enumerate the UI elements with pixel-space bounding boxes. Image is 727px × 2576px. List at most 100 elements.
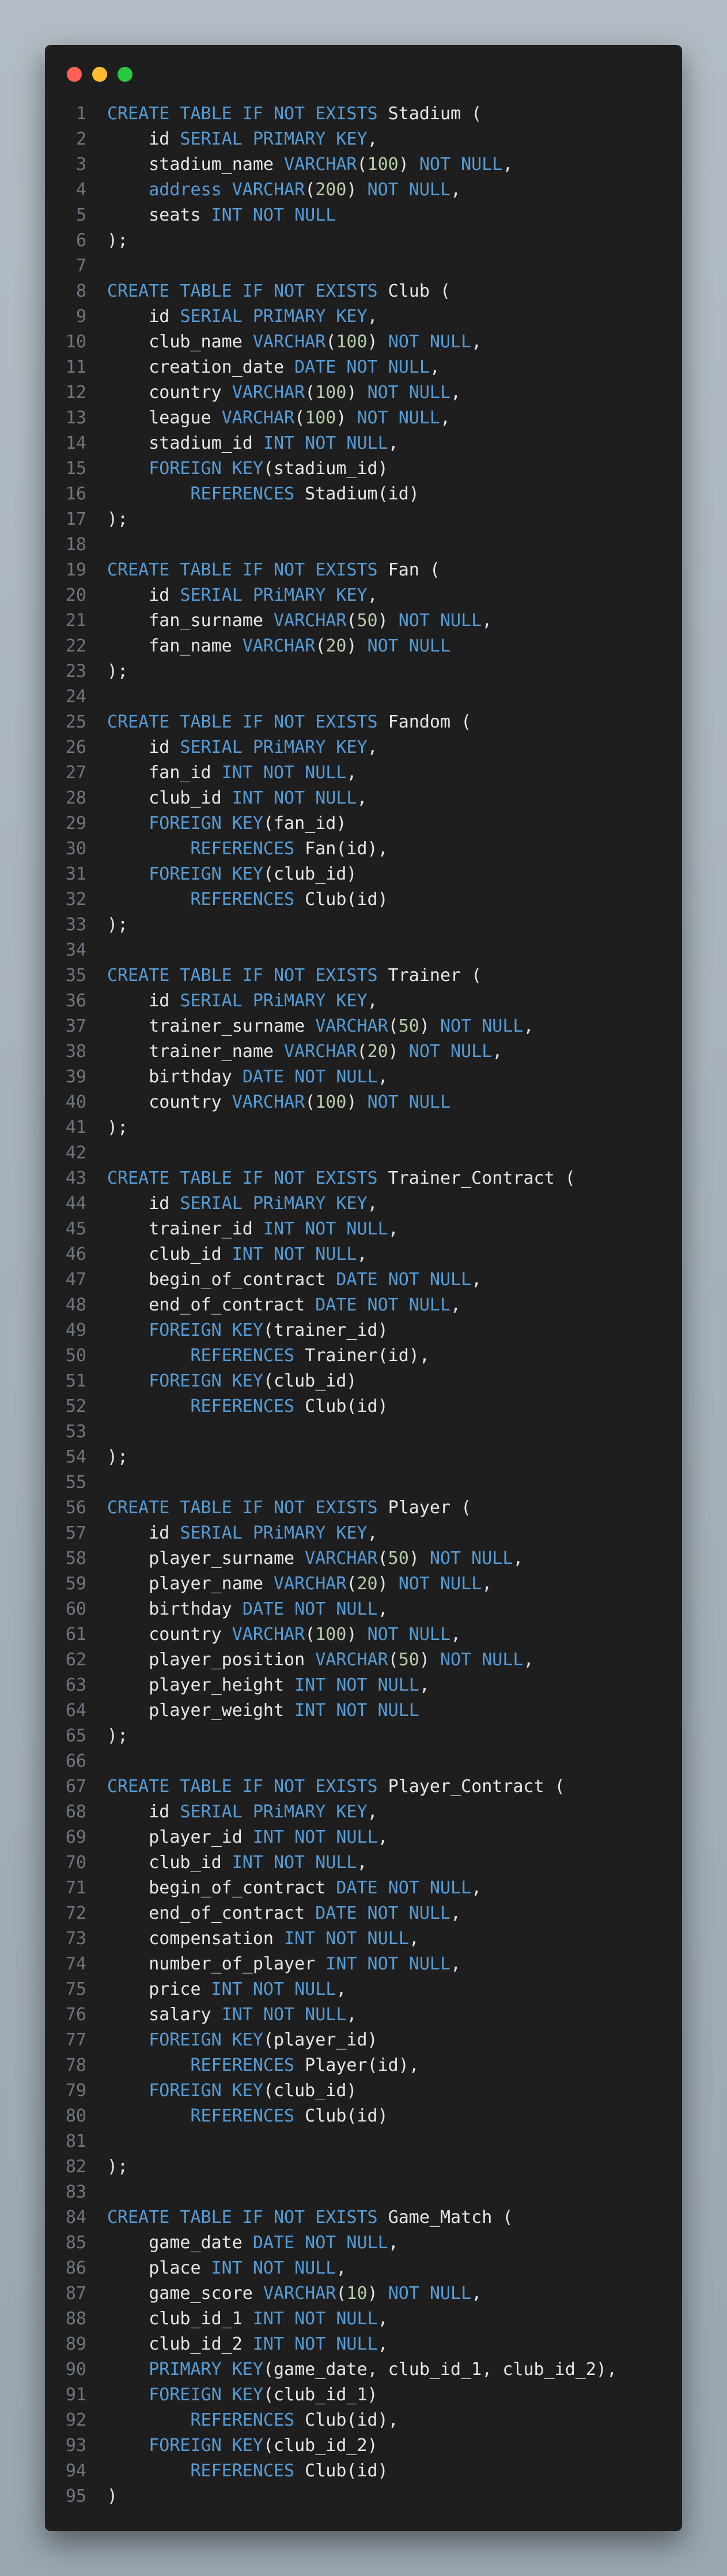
keyword-token: INT NOT NULL [252, 2334, 378, 2354]
line-number: 38 [65, 1041, 86, 1062]
text-token: , [357, 1244, 368, 1264]
text-token: (trainer_id) [263, 1320, 388, 1340]
line-number: 24 [65, 687, 86, 707]
keyword-token: VARCHAR [232, 382, 305, 403]
code-line: 61 country VARCHAR(100) NOT NULL, [45, 1622, 682, 1647]
text-token: ); [107, 1726, 128, 1746]
code-text: id SERIAL PRiMARY KEY, [86, 1191, 377, 1217]
close-button[interactable] [67, 67, 82, 82]
text-token: (club_id_2) [263, 2435, 378, 2456]
keyword-token: VARCHAR [252, 332, 326, 352]
line-number: 53 [65, 1422, 86, 1442]
code-line: 36 id SERIAL PRiMARY KEY, [45, 988, 682, 1014]
keyword-token: REFERENCES [190, 2055, 295, 2075]
code-text: REFERENCES Fan(id), [86, 836, 388, 862]
line-number: 30 [65, 839, 86, 859]
line-number: 37 [65, 1016, 86, 1036]
text-token: Fan ( [377, 560, 440, 580]
keyword-token: SERIAL PRiMARY KEY [180, 737, 368, 757]
keyword-token: CREATE TABLE IF NOT EXISTS [107, 2207, 378, 2228]
keyword-token: FOREIGN KEY [149, 2030, 263, 2050]
text-token: ); [107, 661, 128, 681]
code-text: REFERENCES Club(id) [86, 887, 388, 912]
text-token: id [107, 737, 180, 757]
code-line: 77 FOREIGN KEY(player_id) [45, 2028, 682, 2053]
maximize-button[interactable] [118, 67, 132, 82]
code-text: stadium_id INT NOT NULL, [86, 431, 399, 456]
line-number: 34 [65, 940, 86, 960]
code-text: FOREIGN KEY(fan_id) [86, 811, 346, 836]
keyword-token: CREATE TABLE IF NOT EXISTS [107, 1168, 378, 1188]
code-text: ); [86, 1115, 128, 1141]
code-text: CREATE TABLE IF NOT EXISTS Player_Contra… [86, 1774, 565, 1800]
text-token: ); [107, 1117, 128, 1138]
code-text: game_score VARCHAR(10) NOT NULL, [86, 2281, 482, 2306]
text-token: player_surname [107, 1548, 305, 1569]
code-line: 10 club_name VARCHAR(100) NOT NULL, [45, 329, 682, 355]
keyword-token: VARCHAR [263, 2283, 336, 2304]
code-line: 88 club_id_1 INT NOT NULL, [45, 2306, 682, 2332]
text-token: game_date [107, 2233, 253, 2253]
minimize-button[interactable] [92, 67, 107, 82]
text-token: ( [346, 1574, 357, 1594]
text-token: , [367, 1523, 378, 1543]
keyword-token: REFERENCES [190, 484, 295, 504]
text-token: id [107, 1523, 180, 1543]
keyword-token: NOT NULL [367, 1624, 451, 1645]
code-text: PRIMARY KEY(game_date, club_id_1, club_i… [86, 2357, 617, 2382]
text-token: (fan_id) [263, 813, 347, 834]
line-number: 2 [75, 129, 86, 149]
text-token: place [107, 2258, 211, 2278]
text-token: , [419, 1675, 430, 1695]
keyword-token: VARCHAR [232, 1624, 305, 1645]
text-token: Club(id) [294, 2461, 388, 2481]
keyword-token: FOREIGN KEY [149, 459, 263, 479]
keyword-token: NOT NULL [419, 154, 503, 175]
code-line: 65); [45, 1723, 682, 1749]
text-token: Stadium(id) [294, 484, 419, 504]
text-token: , [450, 180, 461, 200]
code-text: REFERENCES Player(id), [86, 2053, 419, 2078]
line-number: 92 [65, 2410, 86, 2430]
code-line: 83 [45, 2180, 682, 2205]
keyword-token: NOT NULL [367, 1092, 451, 1112]
line-number: 40 [65, 1092, 86, 1112]
code-line: 43 CREATE TABLE IF NOT EXISTS Trainer_Con… [45, 1166, 682, 1191]
code-text: place INT NOT NULL, [86, 2256, 346, 2281]
text-token: Game_Match ( [377, 2207, 513, 2228]
line-number: 13 [65, 408, 86, 428]
text-token: ); [107, 1447, 128, 1467]
text-token: ( [305, 180, 316, 200]
text-token: end_of_contract [107, 1903, 316, 1923]
keyword-token: VARCHAR [284, 1041, 357, 1062]
keyword-token: INT NOT NULL [252, 2309, 378, 2329]
code-text: player_surname VARCHAR(50) NOT NULL, [86, 1546, 523, 1571]
code-text: salary INT NOT NULL, [86, 2002, 357, 2028]
code-text: creation_date DATE NOT NULL, [86, 355, 440, 380]
text-token: , [450, 1295, 461, 1315]
keyword-token: CREATE TABLE IF NOT EXISTS [107, 560, 378, 580]
text-token: ); [107, 915, 128, 935]
number-token: 10 [346, 2283, 368, 2304]
text-token: player_weight [107, 1700, 295, 1721]
code-line: 70 club_id INT NOT NULL, [45, 1850, 682, 1876]
code-text: club_name VARCHAR(100) NOT NULL, [86, 329, 482, 355]
keyword-token: DATE NOT NULL [336, 1878, 472, 1898]
code-text: seats INT NOT NULL [86, 203, 336, 228]
text-token: creation_date [107, 357, 295, 377]
number-token: 50 [388, 1548, 409, 1569]
code-text: trainer_id INT NOT NULL, [86, 1217, 399, 1242]
line-number: 62 [65, 1650, 86, 1670]
text-token: Fan(id), [294, 839, 388, 859]
keyword-token: INT NOT NULL [294, 1700, 419, 1721]
code-text: CREATE TABLE IF NOT EXISTS Player ( [86, 1495, 471, 1521]
keyword-token: PRIMARY KEY [149, 2359, 263, 2380]
code-line: 28 club_id INT NOT NULL, [45, 786, 682, 811]
keyword-token: NOT NULL [429, 1548, 513, 1569]
code-line: 1 CREATE TABLE IF NOT EXISTS Stadium ( [45, 101, 682, 127]
line-number: 16 [65, 484, 86, 504]
code-text: club_id INT NOT NULL, [86, 1850, 367, 1876]
code-line: 59 player_name VARCHAR(20) NOT NULL, [45, 1571, 682, 1597]
